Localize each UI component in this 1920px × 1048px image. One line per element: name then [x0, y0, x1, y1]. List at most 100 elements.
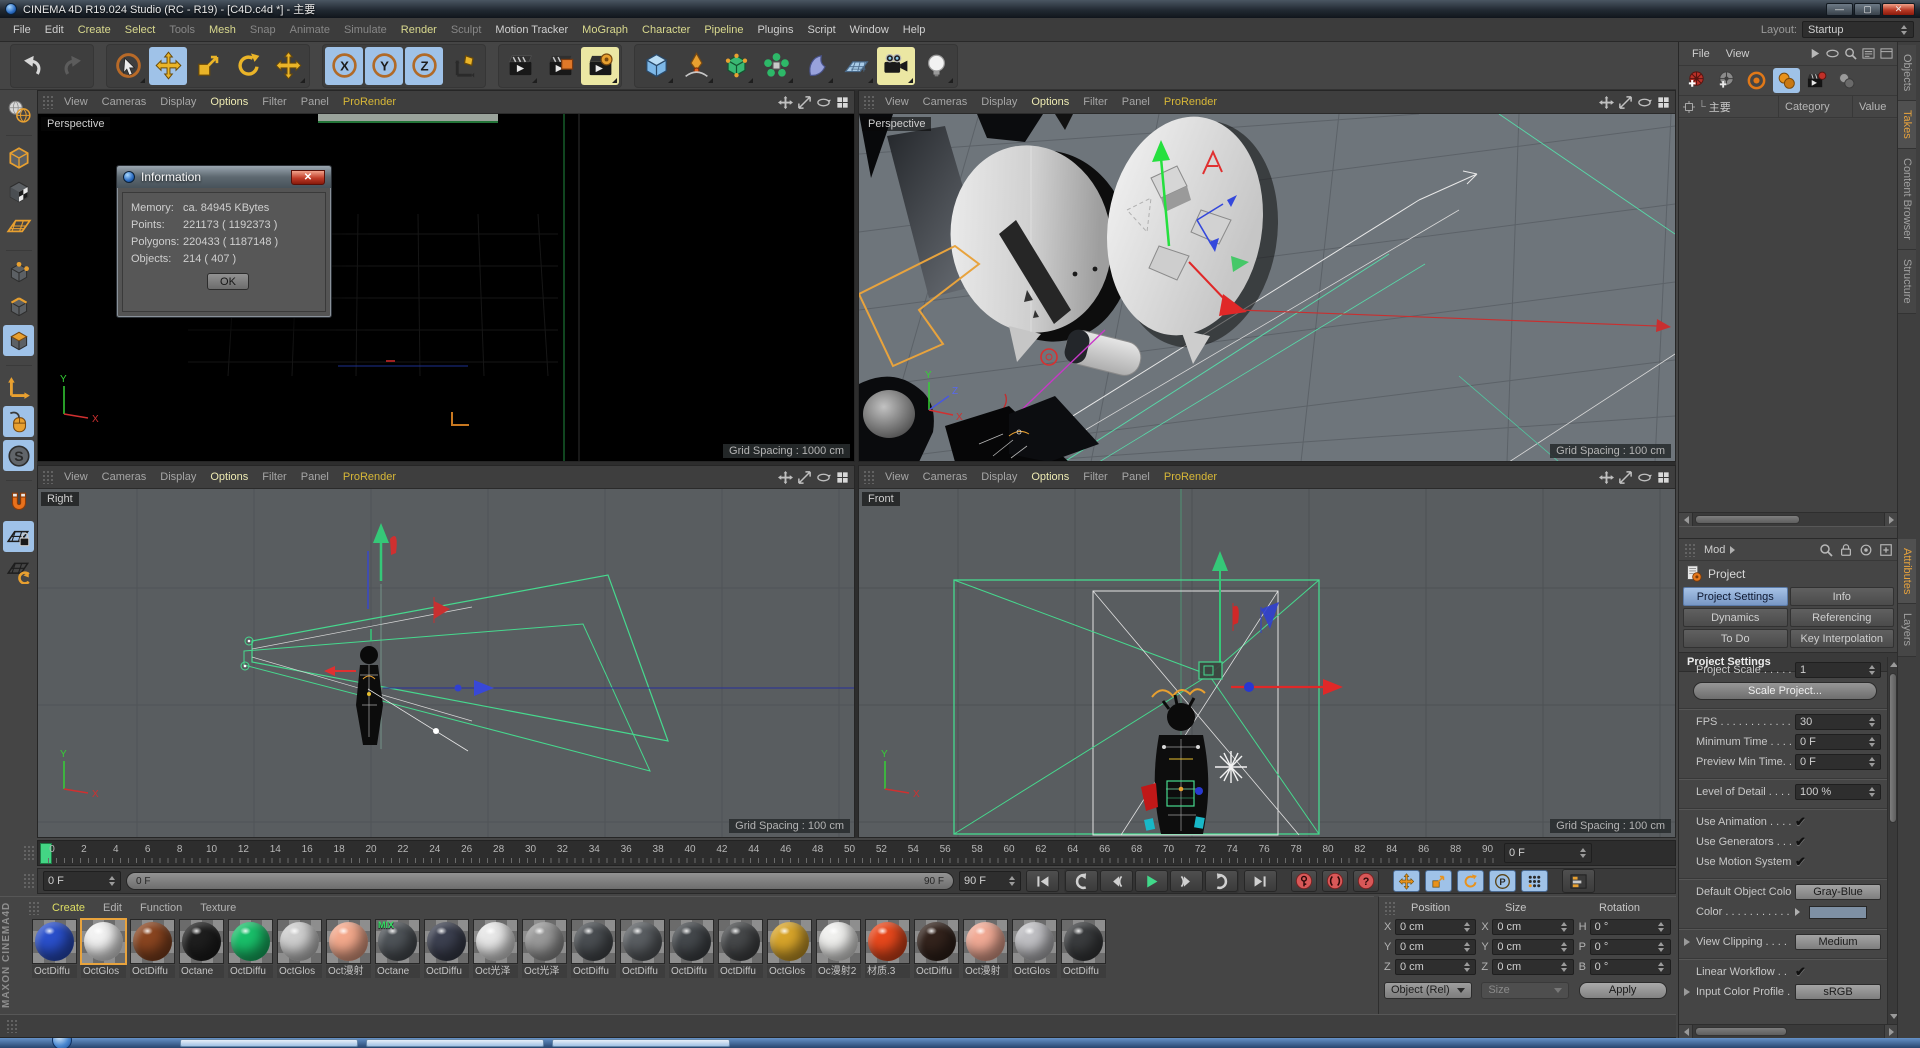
material-item[interactable]: Oc漫射2: [816, 919, 863, 978]
viewport-menu-display[interactable]: Display: [153, 96, 203, 108]
zoom-view-icon[interactable]: [797, 470, 812, 485]
rotation-field[interactable]: 0 °: [1589, 918, 1671, 935]
takes-menu-view[interactable]: View: [1718, 48, 1758, 60]
attribute-tab-key-interpolation[interactable]: Key Interpolation: [1789, 629, 1894, 648]
menu-create[interactable]: Create: [71, 24, 118, 36]
primitive-cube-button[interactable]: [637, 47, 675, 85]
viewport-menu-view[interactable]: View: [878, 96, 916, 108]
minimize-button[interactable]: —: [1826, 2, 1853, 16]
grip-handle[interactable]: [42, 470, 53, 484]
menu-sculpt[interactable]: Sculpt: [444, 24, 489, 36]
coords-mode-select[interactable]: Object (Rel): [1384, 981, 1472, 999]
redo-button[interactable]: [53, 47, 91, 85]
material-item[interactable]: Oct光泽: [522, 919, 569, 978]
material-item[interactable]: OctGlos: [1012, 919, 1059, 978]
previous-frame-button[interactable]: [1100, 870, 1133, 892]
dropdown-button[interactable]: Medium: [1795, 934, 1881, 950]
render-marked-takes-button[interactable]: [1803, 68, 1830, 93]
material-item[interactable]: OctDiffu: [571, 919, 618, 978]
viewport-menu-cameras[interactable]: Cameras: [916, 471, 975, 483]
viewport-menu-options[interactable]: Options: [1024, 471, 1076, 483]
play-forwards-button[interactable]: [1135, 870, 1168, 892]
material-item[interactable]: Octane: [179, 919, 226, 978]
ok-button[interactable]: OK: [207, 273, 249, 290]
material-item[interactable]: OctGlos: [80, 918, 128, 978]
viewport-menu-cameras[interactable]: Cameras: [916, 96, 975, 108]
key-parameter-button[interactable]: P: [1489, 870, 1516, 892]
viewport-menu-prorender[interactable]: ProRender: [1157, 96, 1224, 108]
add-child-take-button[interactable]: [1713, 68, 1740, 93]
taskbar-item[interactable]: [180, 1039, 358, 1047]
dock-tab-objects[interactable]: Objects: [1898, 45, 1916, 102]
magnet-snap-button[interactable]: [3, 487, 34, 518]
workplane-mode-button[interactable]: [3, 210, 34, 241]
value-field[interactable]: 0 F: [1795, 754, 1881, 770]
viewport-menu-display[interactable]: Display: [153, 471, 203, 483]
value-field[interactable]: 0 F: [1795, 734, 1881, 750]
rotation-field[interactable]: 0 °: [1589, 938, 1671, 955]
texture-mode-button[interactable]: [3, 176, 34, 207]
pan-view-icon[interactable]: [1599, 95, 1614, 110]
workplane-lock-button[interactable]: [3, 521, 34, 552]
light-button[interactable]: [917, 47, 955, 85]
attribute-tab-to-do[interactable]: To Do: [1683, 629, 1788, 648]
menu-pipeline[interactable]: Pipeline: [697, 24, 750, 36]
material-item[interactable]: Oct漫射: [963, 919, 1010, 978]
floor-button[interactable]: [837, 47, 875, 85]
focus-icon[interactable]: [1859, 543, 1873, 557]
takes-hscrollbar[interactable]: [1679, 512, 1898, 526]
viewport-canvas-front[interactable]: Y X Front Grid Spacing : 100 cm: [859, 489, 1675, 837]
grip-handle[interactable]: [28, 901, 39, 915]
take-row-main[interactable]: └ 主要: [1679, 99, 1778, 115]
takes-tree-area[interactable]: [1679, 119, 1898, 512]
pan-view-icon[interactable]: [1599, 470, 1614, 485]
model-mode-button[interactable]: [3, 142, 34, 173]
go-to-start-button[interactable]: [1026, 870, 1059, 892]
mode-selector[interactable]: Mod: [1704, 544, 1725, 556]
timeline-range-scrollbar[interactable]: 0 F 90 F: [126, 872, 954, 890]
search-icon[interactable]: [1844, 47, 1857, 60]
next-frame-button[interactable]: [1170, 870, 1203, 892]
material-item[interactable]: OctDiffu: [669, 919, 716, 978]
lock-icon[interactable]: [1839, 543, 1853, 557]
render-picture-viewer-button[interactable]: [541, 47, 579, 85]
menu-render[interactable]: Render: [394, 24, 444, 36]
expand-icon[interactable]: [1808, 47, 1821, 60]
coord-system-button[interactable]: [445, 47, 483, 85]
attribute-tab-referencing[interactable]: Referencing: [1789, 608, 1894, 627]
menu-mesh[interactable]: Mesh: [202, 24, 243, 36]
menu-file[interactable]: File: [6, 24, 38, 36]
viewport-menu-cameras[interactable]: Cameras: [95, 471, 154, 483]
timeline-grip[interactable]: [23, 873, 34, 889]
dialog-title-bar[interactable]: Information ✕: [117, 166, 331, 188]
viewport-menu-options[interactable]: Options: [203, 96, 255, 108]
toggle-view-icon[interactable]: [1656, 95, 1671, 110]
material-item[interactable]: OctDiffu: [718, 919, 765, 978]
zoom-view-icon[interactable]: [1618, 95, 1633, 110]
rotate-button[interactable]: [229, 47, 267, 85]
axis-mode-button[interactable]: [3, 372, 34, 403]
dock-tab-attributes[interactable]: Attributes: [1898, 539, 1916, 605]
lock-x-button[interactable]: X: [325, 46, 363, 85]
rotate-view-icon[interactable]: [1637, 470, 1652, 485]
zoom-view-icon[interactable]: [797, 95, 812, 110]
timeline-grip[interactable]: [23, 845, 34, 861]
menu-character[interactable]: Character: [635, 24, 697, 36]
camera-button[interactable]: [877, 46, 915, 85]
material-item[interactable]: MIX Octane: [375, 919, 422, 978]
close-button[interactable]: ✕: [1882, 2, 1915, 16]
value-field[interactable]: 1: [1795, 662, 1881, 678]
menu-script[interactable]: Script: [801, 24, 843, 36]
viewport-menu-panel[interactable]: Panel: [1115, 471, 1157, 483]
render-view-button[interactable]: [501, 47, 539, 85]
column-category[interactable]: Category: [1778, 96, 1852, 117]
lock-y-button[interactable]: Y: [365, 46, 403, 85]
viewport-menu-display[interactable]: Display: [974, 96, 1024, 108]
grip-handle[interactable]: [1384, 901, 1395, 915]
list-view-icon[interactable]: [1862, 47, 1875, 60]
zoom-view-icon[interactable]: [1618, 470, 1633, 485]
checkbox[interactable]: ✔: [1795, 964, 1881, 980]
viewport-menu-view[interactable]: View: [57, 471, 95, 483]
menu-help[interactable]: Help: [896, 24, 933, 36]
material-item[interactable]: Oct光泽: [473, 919, 520, 978]
